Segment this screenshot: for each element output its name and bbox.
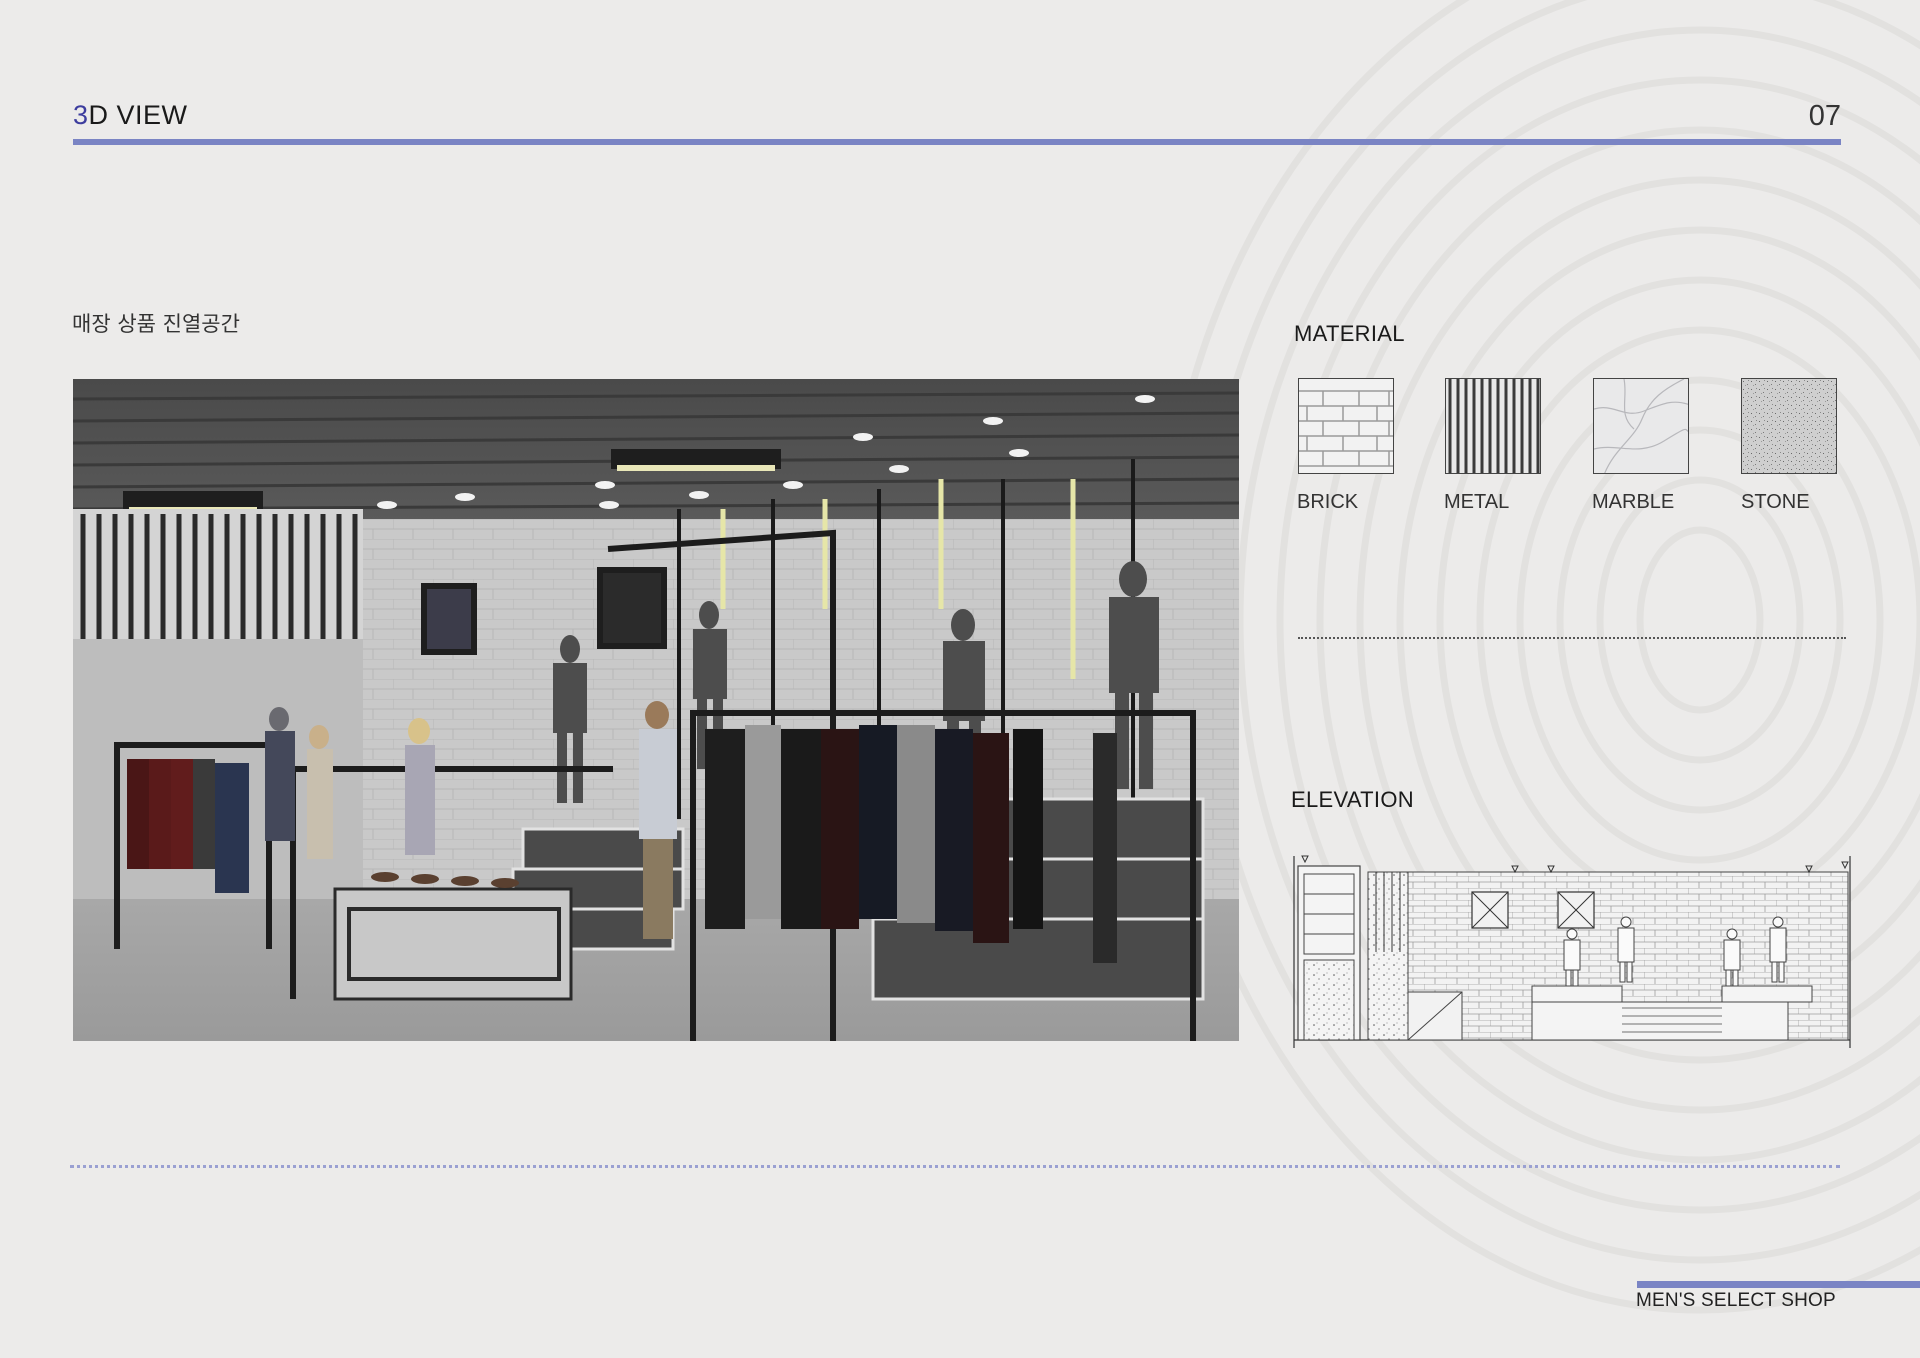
header-divider (73, 139, 1841, 145)
metal-swatch (1445, 378, 1541, 474)
stone-swatch (1741, 378, 1837, 474)
metal-texture (1446, 379, 1540, 473)
footer-label: MEN'S SELECT SHOP (1636, 1290, 1836, 1311)
section-subtitle: 매장 상품 진열공간 (72, 312, 240, 336)
swatch-label: MARBLE (1592, 491, 1675, 513)
stone-texture (1742, 379, 1836, 473)
material-heading: MATERIAL (1294, 321, 1405, 346)
elevation-drawing (1292, 852, 1852, 1052)
section-divider (1298, 637, 1846, 639)
elevation-line-drawing (1293, 855, 1851, 1048)
swatch-label: BRICK (1297, 491, 1359, 513)
brick-texture (1299, 379, 1393, 473)
fingerprint-background (1180, 0, 1920, 1314)
page-title-text: D VIEW (88, 100, 188, 130)
render-illustration (73, 379, 1239, 1041)
page-title: 3D VIEW (73, 100, 188, 131)
swatch-label: STONE (1741, 491, 1810, 513)
marble-texture (1594, 379, 1688, 473)
footer-accent-bar (1637, 1281, 1920, 1288)
swatch-label: METAL (1444, 491, 1510, 513)
marble-swatch (1593, 378, 1689, 474)
brick-swatch (1298, 378, 1394, 474)
page-number: 07 (1808, 100, 1841, 132)
page-title-accent: 3 (73, 100, 89, 130)
elevation-heading: ELEVATION (1291, 787, 1414, 812)
shop-3d-render (73, 379, 1239, 1041)
bottom-divider (70, 1165, 1840, 1168)
